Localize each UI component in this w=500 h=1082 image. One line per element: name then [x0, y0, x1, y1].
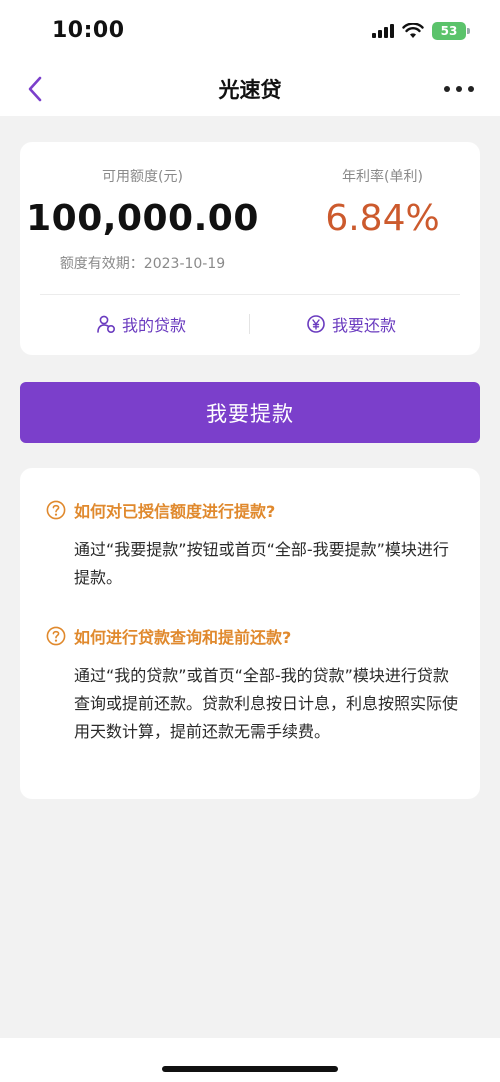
signal-icon: [372, 24, 394, 38]
status-icons: 53: [372, 22, 470, 40]
home-indicator[interactable]: [162, 1066, 338, 1072]
status-time: 10:00: [52, 18, 125, 43]
vertical-divider: [249, 314, 250, 334]
battery-icon: 53: [432, 22, 470, 40]
available-amount: 100,000.00: [26, 198, 259, 239]
faq-item: 如何对已授信额度进行提款? 通过“我要提款”按钮或首页“全部-我要提款”模块进行…: [46, 498, 460, 592]
faq-question: 如何进行贷款查询和提前还款?: [46, 624, 460, 648]
wifi-icon: [402, 23, 424, 38]
user-coin-icon: [97, 315, 116, 334]
faq-question: 如何对已授信额度进行提款?: [46, 498, 460, 522]
faq-question-text: 如何对已授信额度进行提款?: [74, 502, 276, 521]
rate-label: 年利率(单利): [342, 169, 423, 185]
withdraw-button[interactable]: 我要提款: [20, 382, 480, 443]
repay-label: 我要还款: [332, 316, 397, 335]
more-icon[interactable]: [444, 86, 474, 92]
yuan-circle-icon: [307, 315, 325, 333]
bottom-bar: [0, 1038, 500, 1082]
rate-value: 6.84%: [325, 198, 440, 239]
repay-link[interactable]: 我要还款: [306, 312, 396, 336]
page-title: 光速贷: [218, 78, 282, 102]
battery-level: 53: [440, 24, 458, 38]
faq-answer: 通过“我要提款”按钮或首页“全部-我要提款”模块进行提款。: [74, 540, 449, 587]
question-icon: [46, 500, 66, 520]
my-loans-link[interactable]: 我的贷款: [96, 312, 186, 336]
faq-card: 如何对已授信额度进行提款? 通过“我要提款”按钮或首页“全部-我要提款”模块进行…: [20, 468, 480, 799]
loan-card: 可用额度(元) 100,000.00 额度有效期：2023-10-19 年利率(…: [20, 142, 480, 355]
nav-bar: 光速贷: [0, 64, 500, 114]
faq-answer: 通过“我的贷款”或首页“全部-我的贷款”模块进行贷款查询或提前还款。贷款利息按日…: [74, 666, 459, 741]
available-label: 可用额度(元): [102, 169, 183, 185]
top-bar: 10:00 53 光速贷: [0, 0, 500, 116]
my-loans-label: 我的贷款: [122, 316, 187, 335]
validity-text: 额度有效期：2023-10-19: [59, 256, 226, 272]
faq-question-text: 如何进行贷款查询和提前还款?: [74, 628, 292, 647]
divider: [40, 294, 460, 295]
annual-rate: 年利率(单利) 6.84%: [285, 166, 480, 239]
question-icon: [46, 626, 66, 646]
available-credit: 可用额度(元) 100,000.00 额度有效期：2023-10-19: [20, 166, 265, 273]
faq-item: 如何进行贷款查询和提前还款? 通过“我的贷款”或首页“全部-我的贷款”模块进行贷…: [46, 624, 460, 746]
